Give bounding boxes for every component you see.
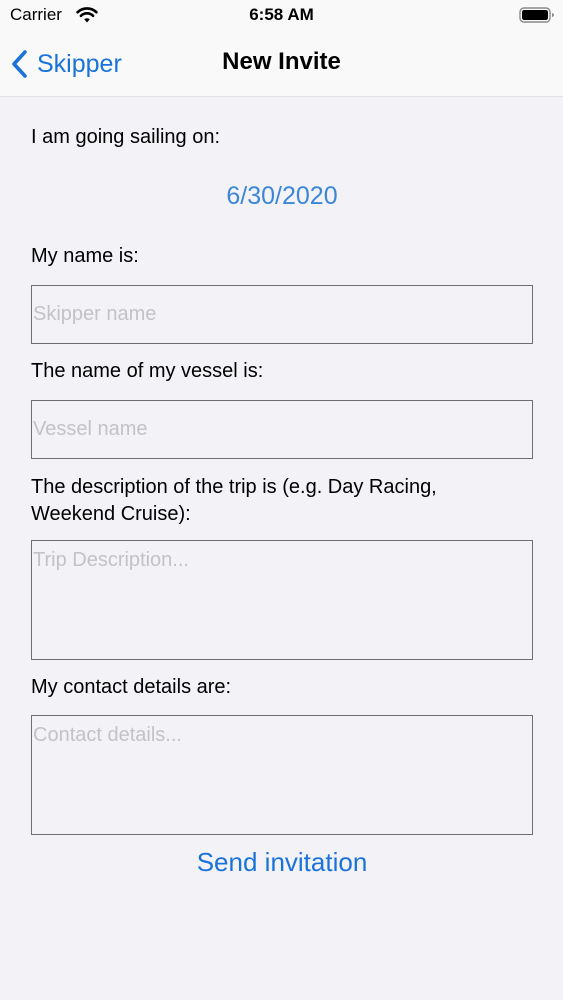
vessel-name-input[interactable] — [31, 400, 533, 459]
description-label-line1: The description of the trip is (e.g. Day… — [31, 476, 437, 498]
contact-label: My contact details are: — [31, 676, 232, 698]
vessel-label: The name of my vessel is: — [31, 360, 264, 382]
top-bar: Carrier 6:58 AM Skipper New Invite — [0, 0, 563, 97]
status-time: 6:58 AM — [249, 5, 314, 24]
battery-full-icon — [519, 7, 554, 23]
date-label: I am going sailing on: — [31, 126, 221, 148]
contact-details-input[interactable] — [31, 715, 533, 835]
description-label-line2: Weekend Cruise): — [31, 503, 191, 525]
page-title-text: New Invite — [222, 48, 341, 75]
page-title: New Invite — [0, 48, 563, 76]
status-bar: Carrier 6:58 AM — [0, 0, 563, 32]
sailing-date-picker[interactable]: 6/30/2020 — [31, 182, 533, 211]
name-label: My name is: — [31, 245, 139, 267]
trip-description-input[interactable] — [31, 540, 533, 660]
navigation-bar: Skipper New Invite — [0, 36, 563, 92]
send-invitation-button[interactable]: Send invitation — [31, 847, 533, 878]
skipper-name-input[interactable] — [31, 285, 533, 344]
